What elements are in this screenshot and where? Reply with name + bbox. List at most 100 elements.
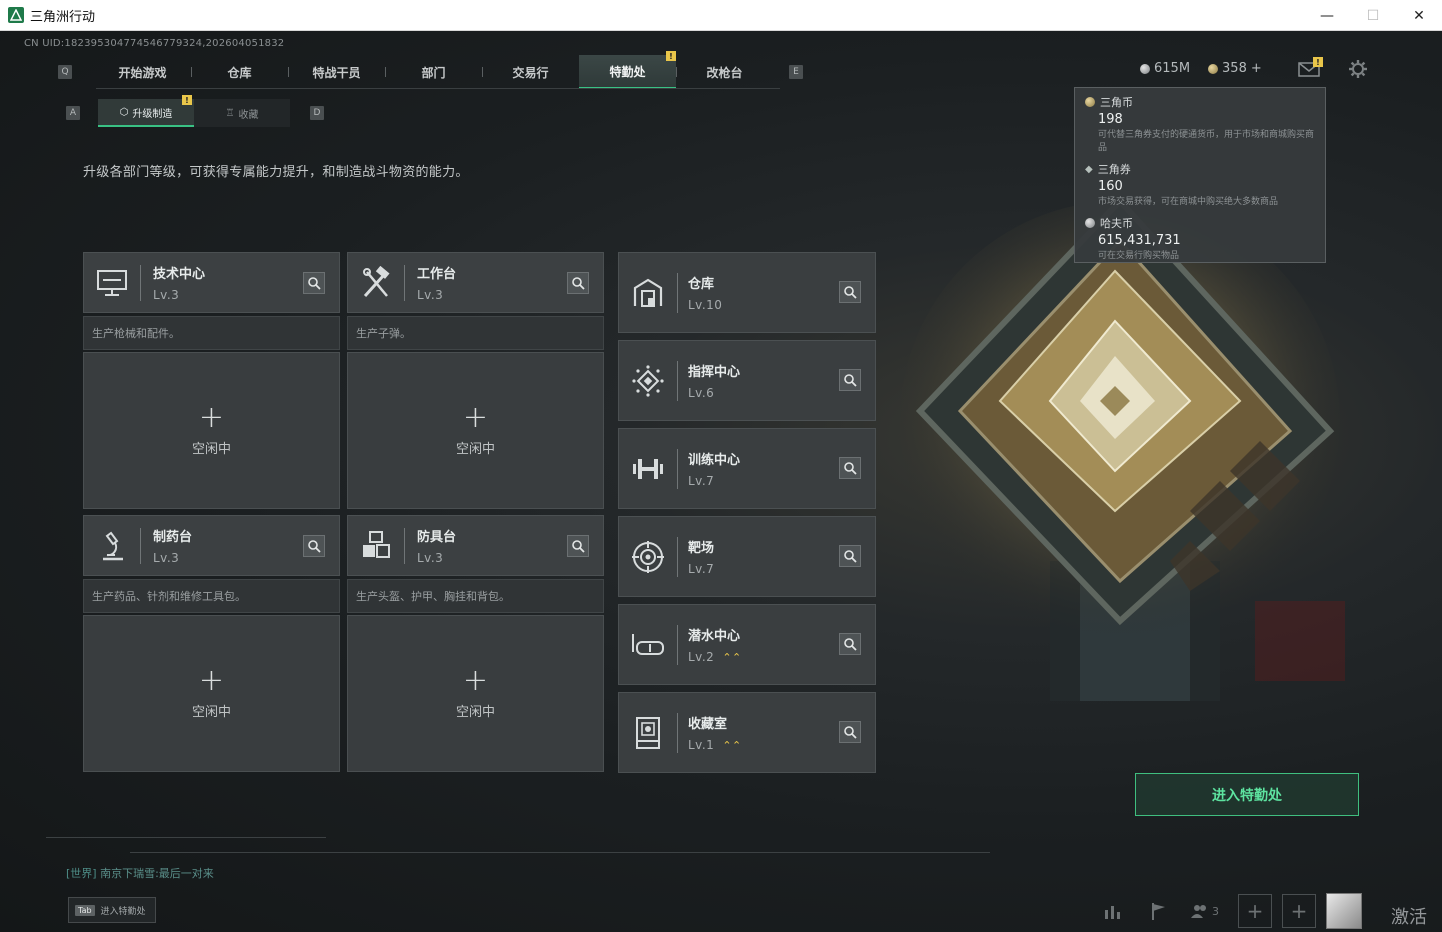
window-titlebar: 三角洲行动 — ☐ ✕ <box>0 0 1442 31</box>
tooltip-item: ◆ 三角券 160 市场交易获得，可在商城中购买绝大多数商品 <box>1085 163 1279 207</box>
search-button[interactable] <box>839 633 861 655</box>
production-slot[interactable]: + 空闲中 <box>83 352 340 509</box>
production-slot[interactable]: + 空闲中 <box>83 615 340 772</box>
microscope-icon <box>84 515 140 576</box>
workshop-header[interactable]: 工作台 Lv.3 <box>347 252 604 313</box>
tab-start-game[interactable]: 开始游戏 <box>94 55 191 89</box>
plus-icon: + <box>198 663 225 698</box>
avatar[interactable] <box>1326 893 1362 929</box>
haf-coin-display[interactable]: 615M <box>1140 61 1190 76</box>
dept-name: 训练中心 <box>688 453 741 468</box>
dept-name: 仓库 <box>688 277 715 292</box>
workshop-name: 技术中心 <box>153 267 206 282</box>
search-button[interactable] <box>839 545 861 567</box>
stats-chart-icon[interactable] <box>1090 894 1136 928</box>
flag-icon[interactable] <box>1136 894 1182 928</box>
workshop-card-pharmacy: 制药台 Lv.3 生产药品、针剂和维修工具包。 + 空闲中 <box>83 515 340 772</box>
enter-special-ops-button[interactable]: 进入特勤处 <box>1135 773 1359 816</box>
top-nav: Q 开始游戏 仓库 特战干员 部门 交易行 特勤处 ! 改枪台 E <box>58 51 818 89</box>
search-icon <box>844 462 857 475</box>
search-icon <box>572 540 585 553</box>
hammer-wrench-icon <box>348 252 404 313</box>
tooltip-item: 三角币 198 可代替三角券支付的硬通货币，用于市场和商城购买商品 <box>1085 94 1315 155</box>
friends-icon <box>1191 905 1206 918</box>
search-button[interactable] <box>839 457 861 479</box>
close-button[interactable]: ✕ <box>1396 0 1442 31</box>
workshop-header[interactable]: 制药台 Lv.3 <box>83 515 340 576</box>
chat-line[interactable]: [世界] 南京下瑞雪:最后一对来 <box>66 865 214 881</box>
production-slot[interactable]: + 空闲中 <box>347 352 604 509</box>
currency-tooltip: 三角币 198 可代替三角券支付的硬通货币，用于市场和商城购买商品 ◆ 三角券 1… <box>1074 87 1326 263</box>
target-icon <box>619 540 677 574</box>
display-case-icon <box>619 715 677 751</box>
search-button[interactable] <box>839 369 861 391</box>
production-slot[interactable]: + 空闲中 <box>347 615 604 772</box>
subnav-key-d: D <box>310 106 324 120</box>
triangle-coin-icon <box>1208 63 1219 74</box>
dept-collection-room[interactable]: 收藏室 Lv.1 ⌃⌃ <box>618 692 876 773</box>
notification-badge: ! <box>666 51 676 61</box>
search-button[interactable] <box>839 281 861 303</box>
tab-upgrade-craft[interactable]: ⬡ 升级制造 ! <box>98 95 194 127</box>
tab-special-ops[interactable]: 特勤处 ! <box>579 51 676 89</box>
dept-shooting-range[interactable]: 靶场 Lv.7 <box>618 516 876 597</box>
search-button[interactable] <box>839 721 861 743</box>
search-icon <box>844 286 857 299</box>
workshop-level: Lv.3 <box>153 551 180 565</box>
sub-nav: A ⬡ 升级制造 ! ♖ 收藏 D <box>66 95 324 127</box>
add-currency-button[interactable]: + <box>1251 61 1262 76</box>
tooltip-item: 哈夫币 615,431,731 可在交易行购买物品 <box>1085 215 1315 263</box>
decor-divider <box>130 852 990 853</box>
tab-shortcut-hint[interactable]: Tab 进入特勤处 <box>68 897 156 923</box>
search-icon <box>572 277 585 290</box>
tab-gunsmith[interactable]: 改枪台 <box>676 55 773 89</box>
tab-collection[interactable]: ♖ 收藏 <box>194 99 290 127</box>
ticket-icon: ◆ <box>1085 163 1093 175</box>
tab-operators[interactable]: 特战干员 <box>288 55 385 89</box>
friends-count: 3 <box>1212 904 1219 918</box>
search-icon <box>308 540 321 553</box>
upgrade-available-icon: ⌃⌃ <box>722 650 742 664</box>
maximize-button[interactable]: ☐ <box>1350 0 1396 31</box>
subnav-key-a: A <box>66 106 80 120</box>
triangle-coin-icon <box>1085 97 1095 107</box>
page-description: 升级各部门等级，可获得专属能力提升，和制造战斗物资的能力。 <box>83 165 469 180</box>
slot-status: 空闲中 <box>191 442 231 457</box>
slot-status: 空闲中 <box>191 705 231 720</box>
search-button[interactable] <box>303 272 325 294</box>
dept-name: 靶场 <box>688 541 715 556</box>
workshop-level: Lv.3 <box>153 288 180 302</box>
dept-level: Lv.7 <box>688 474 715 488</box>
command-chip-icon <box>619 364 677 398</box>
add-teammate-slot[interactable]: + <box>1282 894 1316 928</box>
dept-warehouse[interactable]: 仓库 Lv.10 <box>618 252 876 333</box>
workshop-description: 生产药品、针剂和维修工具包。 <box>83 579 340 613</box>
search-icon <box>844 726 857 739</box>
dept-level: Lv.10 <box>688 298 723 312</box>
workshop-description: 生产头盔、护甲、胸挂和背包。 <box>347 579 604 613</box>
tab-warehouse[interactable]: 仓库 <box>191 55 288 89</box>
dept-diving-center[interactable]: 潜水中心 Lv.2 ⌃⌃ <box>618 604 876 685</box>
collection-icon: ♖ <box>225 107 235 119</box>
currency-bar[interactable]: 615M 358 + <box>1140 61 1262 76</box>
dept-training-center[interactable]: 训练中心 Lv.7 <box>618 428 876 509</box>
uid-label: CN UID:182395304774546779324,20260405183… <box>24 38 285 49</box>
search-button[interactable] <box>567 535 589 557</box>
triangle-coin-display[interactable]: 358 + <box>1208 61 1262 76</box>
minimize-button[interactable]: — <box>1304 0 1350 31</box>
workshop-header[interactable]: 技术中心 Lv.3 <box>83 252 340 313</box>
search-button[interactable] <box>303 535 325 557</box>
mail-badge: ! <box>1313 57 1323 67</box>
friends-button[interactable]: 3 <box>1182 894 1228 928</box>
dept-command-center[interactable]: 指挥中心 Lv.6 <box>618 340 876 421</box>
dept-level: Lv.1 ⌃⌃ <box>688 738 742 752</box>
add-teammate-slot[interactable]: + <box>1238 894 1272 928</box>
workshop-header[interactable]: 防具台 Lv.3 <box>347 515 604 576</box>
tab-trading[interactable]: 交易行 <box>482 55 579 89</box>
bottom-toolbar: 3 + + <box>1090 893 1362 929</box>
gear-icon[interactable] <box>1348 59 1368 79</box>
dept-level: Lv.2 ⌃⌃ <box>688 650 742 664</box>
tab-department[interactable]: 部门 <box>385 55 482 89</box>
game-viewport: CN UID:182395304774546779324,20260405183… <box>0 31 1442 932</box>
search-button[interactable] <box>567 272 589 294</box>
